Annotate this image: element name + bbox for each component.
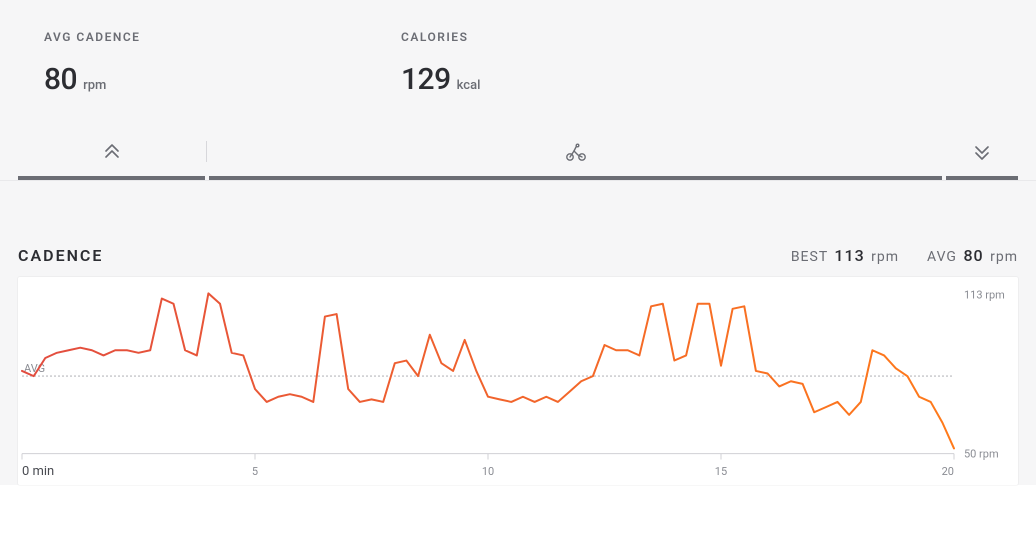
stat-label: AVG	[927, 249, 957, 265]
summary-metrics-row: AVG CADENCE 80 rpm CALORIES 129 kcal	[0, 0, 1036, 131]
metric-value: 80 rpm	[44, 62, 357, 97]
metric-number: 80	[44, 62, 77, 97]
chevron-down-double-icon	[973, 144, 991, 164]
svg-text:113 rpm: 113 rpm	[964, 289, 1005, 302]
svg-text:0 min: 0 min	[22, 464, 54, 479]
metric-label: AVG CADENCE	[44, 30, 357, 44]
divider	[206, 141, 207, 162]
tab-cadence[interactable]	[209, 131, 942, 180]
stat-avg: AVG 80 rpm	[927, 246, 1018, 265]
section-header: CADENCE BEST 113 rpm AVG 80 rpm	[18, 246, 1018, 265]
stat-value: 113	[834, 246, 864, 265]
section-stats: BEST 113 rpm AVG 80 rpm	[791, 246, 1018, 265]
svg-text:10: 10	[482, 465, 494, 478]
cadence-chart-card: AVG0 min5101520113 rpm50 rpm	[18, 277, 1018, 485]
cyclist-icon	[565, 143, 587, 165]
stat-unit: rpm	[990, 249, 1018, 265]
tabs-row	[0, 131, 1036, 181]
cadence-section: CADENCE BEST 113 rpm AVG 80 rpm AVG 0 min…	[0, 181, 1036, 485]
tab-elevation[interactable]	[18, 131, 205, 180]
metric-unit: rpm	[83, 78, 106, 93]
metric-unit: kcal	[457, 78, 481, 93]
metric-label: CALORIES	[401, 30, 714, 44]
cadence-line-chart: AVG0 min5101520113 rpm50 rpm	[18, 281, 1018, 485]
svg-text:50 rpm: 50 rpm	[964, 448, 999, 461]
tab-collapse[interactable]	[946, 131, 1018, 180]
section-title: CADENCE	[18, 246, 103, 265]
metric-number: 129	[401, 62, 451, 97]
stat-label: BEST	[791, 249, 828, 265]
metric-value: 129 kcal	[401, 62, 714, 97]
stat-unit: rpm	[871, 249, 899, 265]
svg-text:20: 20	[942, 465, 954, 478]
stat-value: 80	[963, 246, 983, 265]
calories-metric: CALORIES 129 kcal	[357, 30, 714, 97]
svg-text:5: 5	[252, 465, 258, 478]
elevation-up-icon	[103, 144, 121, 164]
avg-cadence-metric: AVG CADENCE 80 rpm	[0, 30, 357, 97]
svg-text:15: 15	[715, 465, 727, 478]
stat-best: BEST 113 rpm	[791, 246, 899, 265]
